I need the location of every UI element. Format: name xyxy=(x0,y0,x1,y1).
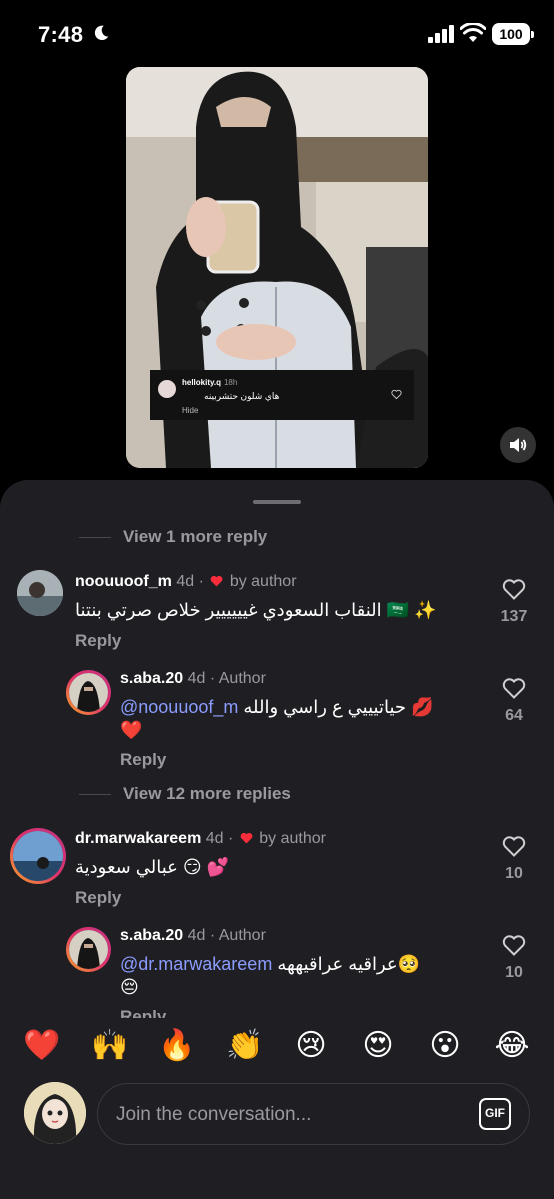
comment-username[interactable]: dr.marwakareem xyxy=(75,830,201,847)
sticker-avatar xyxy=(158,380,176,398)
video-player[interactable]: hellokity.q 18h هاي شلون حتشربينه Hide xyxy=(126,67,428,468)
comment-item: noouuoof_m 4d · by author النقاب السعودي… xyxy=(0,568,554,658)
battery-indicator: 100 xyxy=(492,23,534,45)
emoji-laughing[interactable]: 😂 xyxy=(494,1028,530,1064)
mention-link[interactable]: @dr.marwakareem xyxy=(120,954,272,974)
avatar-image xyxy=(13,831,63,881)
divider xyxy=(79,536,111,538)
comment-input-placeholder: Join the conversation... xyxy=(116,1104,312,1125)
battery-level: 100 xyxy=(499,26,523,42)
comment-composer: Join the conversation... GIF xyxy=(0,1074,554,1199)
emoji-surprised[interactable]: 😮 xyxy=(427,1028,463,1064)
like-count: 137 xyxy=(500,608,528,625)
reply-button[interactable]: Reply xyxy=(75,631,121,651)
emoji-fire[interactable]: 🔥 xyxy=(158,1028,195,1064)
like-count: 10 xyxy=(505,964,523,981)
status-bar: 7:48 100 xyxy=(0,0,554,62)
comment-age: 4d xyxy=(176,573,195,590)
emoji-clap[interactable]: 👏 xyxy=(226,1028,263,1064)
mention-link[interactable]: @noouuoof_m xyxy=(120,697,238,717)
reply-button[interactable]: Reply xyxy=(120,750,166,770)
author-tag: Author xyxy=(218,670,266,687)
comment-age: 4d xyxy=(187,927,206,944)
avatar[interactable] xyxy=(17,570,63,616)
status-time: 7:48 xyxy=(38,22,84,47)
sticker-text: هاي شلون حتشربينه xyxy=(204,391,280,401)
emoji-heart[interactable]: ❤️ xyxy=(23,1028,60,1064)
avatar-image xyxy=(17,570,63,616)
view-more-replies-top[interactable]: View 1 more reply xyxy=(79,527,267,547)
comment-username[interactable]: noouuoof_m xyxy=(75,573,172,590)
avatar[interactable] xyxy=(66,670,111,715)
emoji-crying[interactable]: 😢 xyxy=(293,1028,329,1064)
my-avatar xyxy=(24,1082,86,1144)
heart-outline-icon[interactable] xyxy=(391,389,402,400)
heart-outline-icon xyxy=(502,678,526,699)
avatar[interactable] xyxy=(10,828,66,884)
comment-username[interactable]: s.aba.20 xyxy=(120,670,183,687)
comment-item: s.aba.20 4d · Author @dr.marwakareem عرا… xyxy=(0,924,554,1026)
like-button[interactable]: 10 xyxy=(499,835,529,883)
heart-outline-icon xyxy=(502,579,526,600)
reply-sticker[interactable]: hellokity.q 18h هاي شلون حتشربينه Hide xyxy=(150,370,414,420)
sticker-username: hellokity.q xyxy=(182,378,221,387)
view-more-label: View 12 more replies xyxy=(123,784,291,803)
comment-text: النقاب السعودي غيييييير خلاص صرتي بنتنا … xyxy=(75,600,437,620)
sticker-time: 18h xyxy=(223,378,238,387)
heart-outline-icon xyxy=(502,836,526,857)
comment-text-line2: ❤️ xyxy=(120,720,143,740)
emoji-heart-eyes[interactable]: 😍 xyxy=(360,1028,396,1064)
avatar[interactable] xyxy=(66,927,111,972)
avatar-image xyxy=(24,1082,86,1144)
emoji-raised-hands[interactable]: 🙌 xyxy=(91,1028,128,1064)
view-more-label: View 1 more reply xyxy=(123,527,268,546)
comment-text-line2: 😔 xyxy=(120,977,139,997)
like-button[interactable]: 64 xyxy=(499,677,529,725)
moon-icon xyxy=(94,25,109,41)
like-count: 64 xyxy=(505,707,523,724)
sheet-drag-handle[interactable] xyxy=(253,500,301,504)
like-button[interactable]: 137 xyxy=(499,578,529,626)
avatar-image xyxy=(69,930,108,969)
heart-outline-icon xyxy=(502,935,526,956)
comment-item: dr.marwakareem 4d · by author عبالي سعود… xyxy=(0,825,554,915)
heart-icon xyxy=(240,832,253,844)
liked-by-author-tag: by author xyxy=(259,830,326,847)
avatar-image xyxy=(69,673,108,712)
heart-icon xyxy=(211,575,223,587)
comment-age: 4d xyxy=(187,670,206,687)
wifi-icon xyxy=(460,23,486,42)
comment-text: حياتيييي ع راسي والله 💋 xyxy=(243,697,434,717)
emoji-reaction-bar: ❤️ 🙌 🔥 👏 😢 😍 😮 😂 xyxy=(0,1018,554,1074)
comment-username[interactable]: s.aba.20 xyxy=(120,927,183,944)
comment-input[interactable]: Join the conversation... GIF xyxy=(97,1083,530,1145)
divider xyxy=(79,793,111,795)
volume-button[interactable] xyxy=(500,427,536,463)
sticker-hide-link[interactable]: Hide xyxy=(182,406,198,415)
signal-icon xyxy=(428,25,454,43)
comment-text: عراقيه عراقيههه🥺 xyxy=(277,954,421,974)
like-button[interactable]: 10 xyxy=(499,934,529,982)
gif-button[interactable]: GIF xyxy=(479,1098,511,1130)
liked-by-author-tag: by author xyxy=(229,573,297,590)
speaker-icon xyxy=(510,438,527,452)
comment-item: s.aba.20 4d · Author @noouuoof_m حياتييي… xyxy=(0,667,554,770)
comment-text: عبالي سعودية 😏 💕 xyxy=(75,857,230,877)
like-count: 10 xyxy=(505,865,523,882)
author-tag: Author xyxy=(218,927,266,944)
comment-age: 4d xyxy=(205,830,224,847)
view-more-replies-mid[interactable]: View 12 more replies xyxy=(79,784,291,804)
reply-button[interactable]: Reply xyxy=(75,888,121,908)
